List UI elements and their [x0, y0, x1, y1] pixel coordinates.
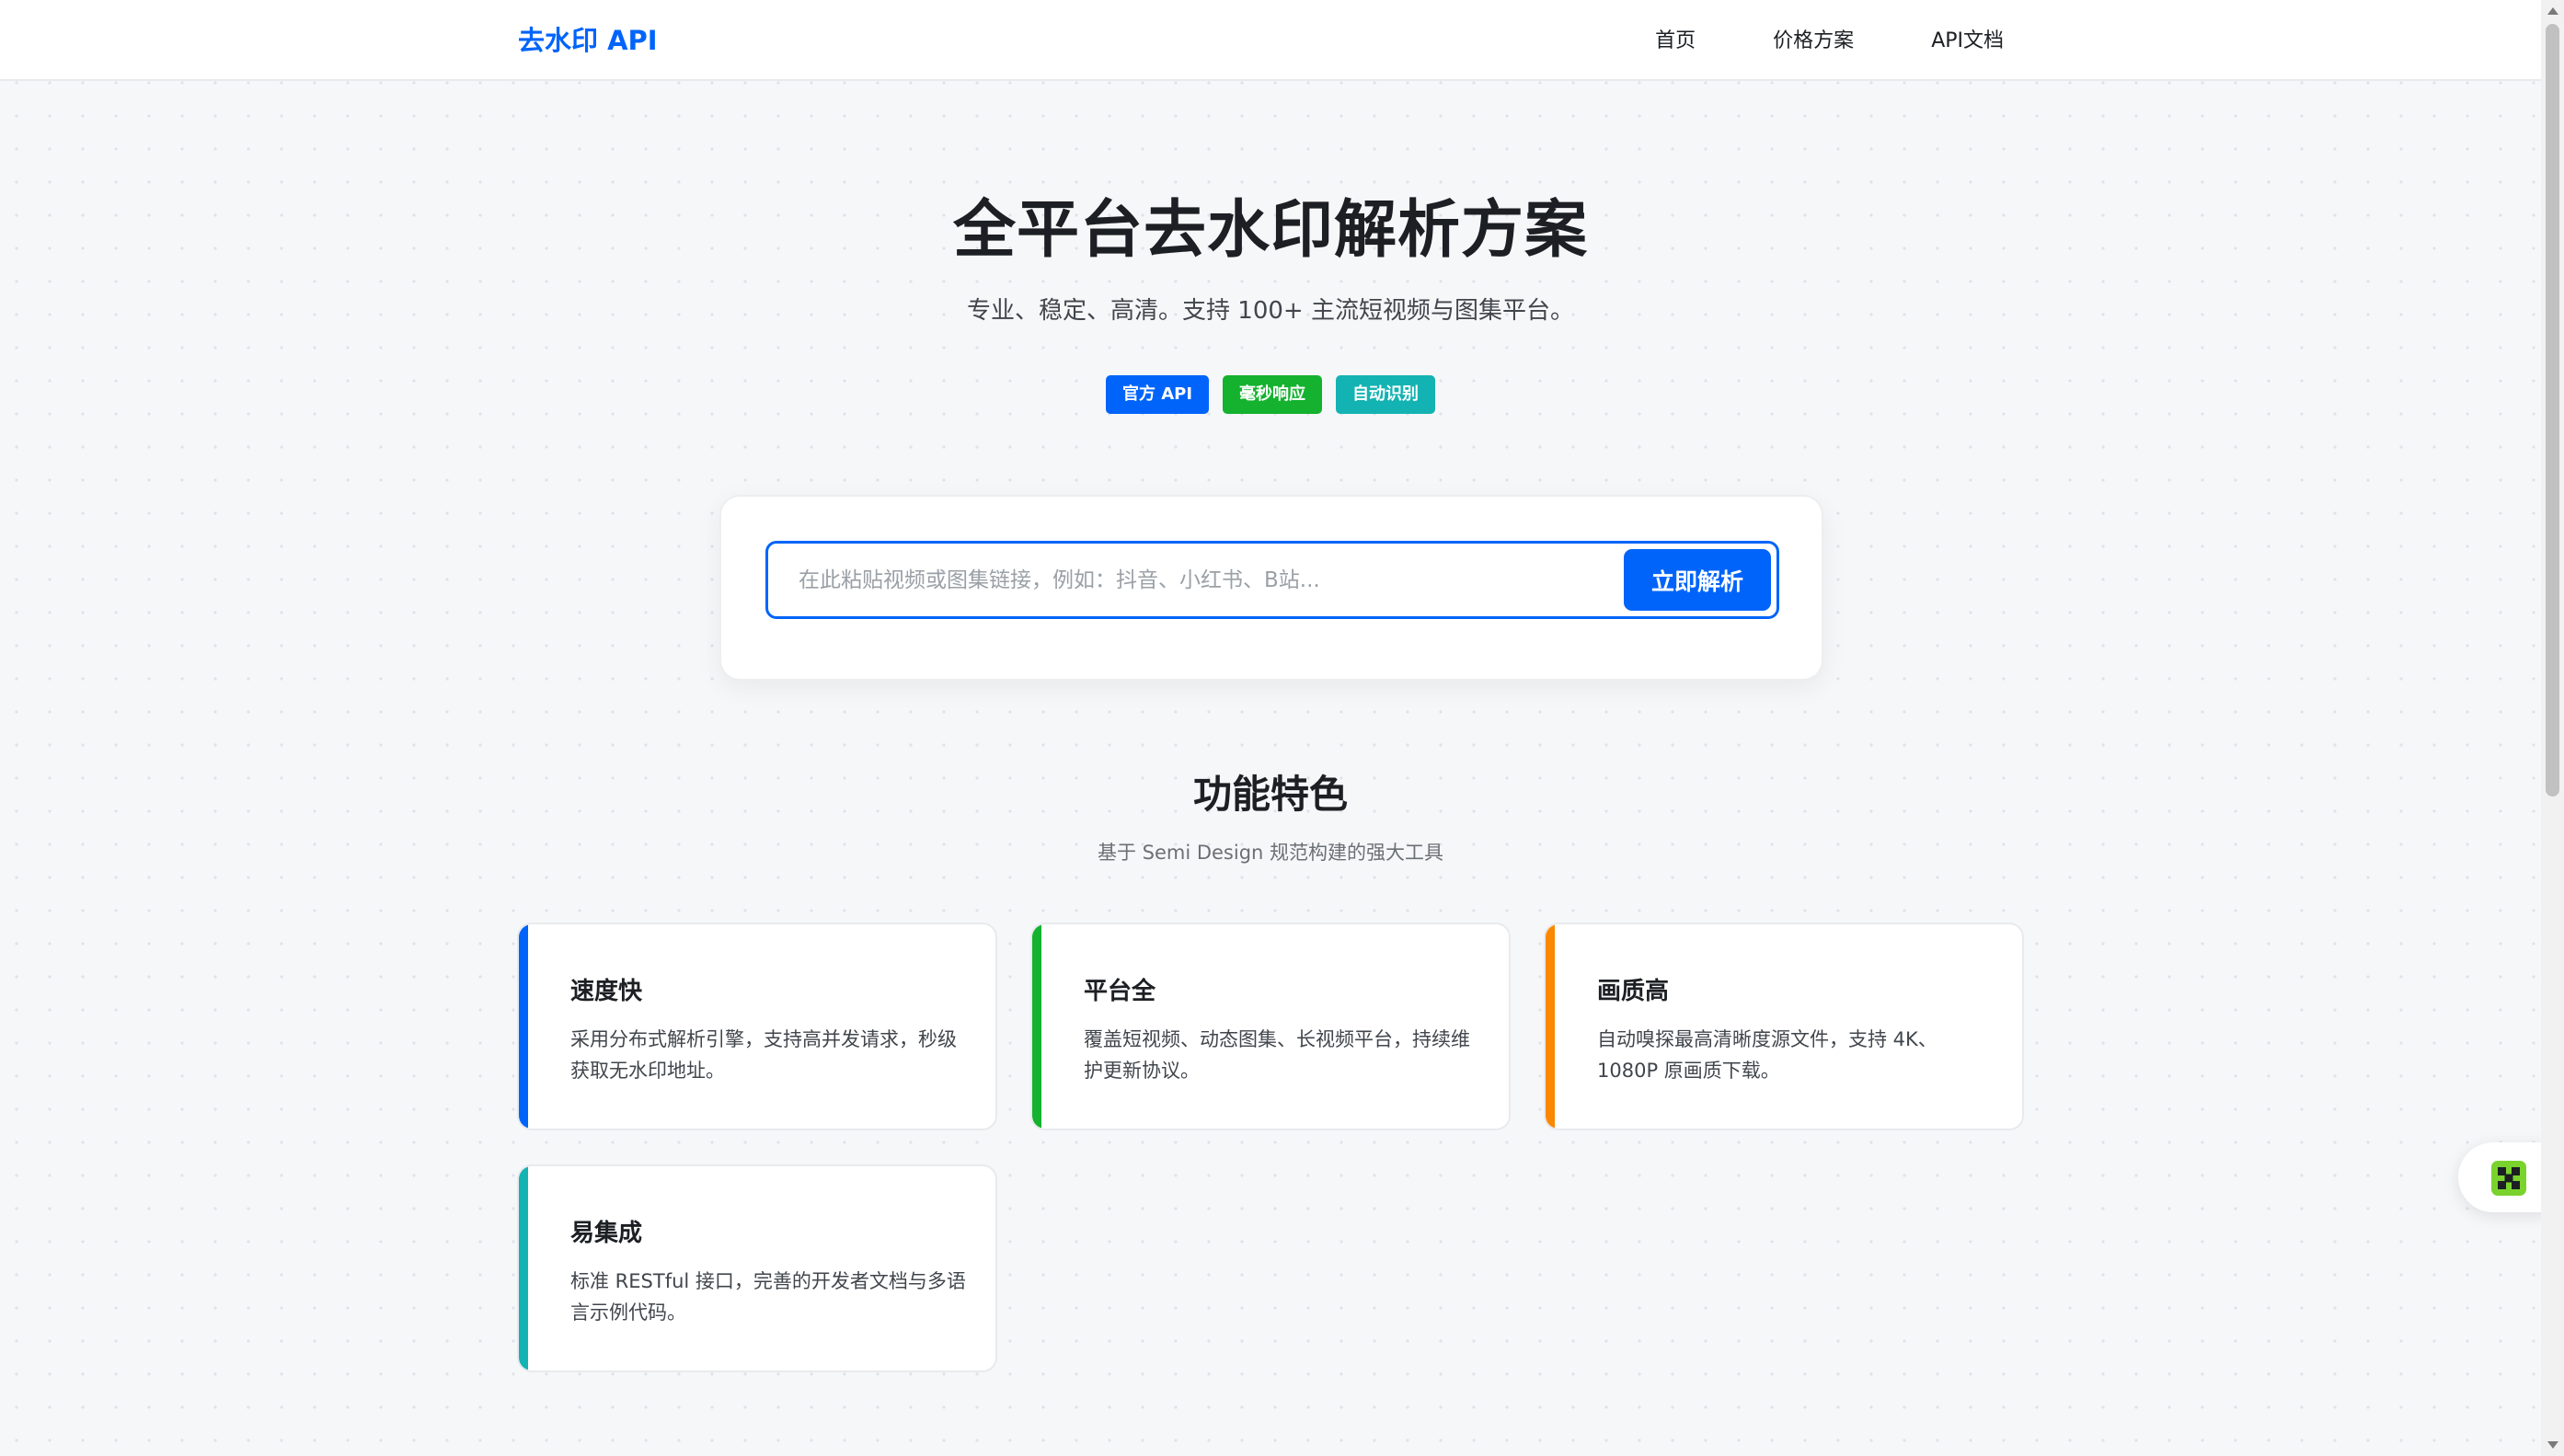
- card-accent-bar: [1546, 924, 1555, 1129]
- tag-auto-detect: 自动识别: [1336, 375, 1436, 414]
- nav-links: 首页 价格方案 API文档: [1655, 26, 2004, 57]
- card-accent-bar: [519, 924, 528, 1129]
- card-accent-bar: [519, 1166, 528, 1370]
- scroll-thumb[interactable]: [2546, 24, 2559, 797]
- hero-title: 全平台去水印解析方案: [952, 194, 1588, 267]
- scroll-up-icon[interactable]: [2547, 7, 2558, 15]
- feature-card-speed: 速度快 采用分布式解析引擎，支持高并发请求，秒级获取无水印地址。: [517, 923, 997, 1130]
- logo[interactable]: 去水印 API: [518, 24, 658, 57]
- card-desc: 采用分布式解析引擎，支持高并发请求，秒级获取无水印地址。: [570, 1028, 957, 1082]
- feature-card-integration: 易集成 标准 RESTful 接口，完善的开发者文档与多语言示例代码。: [517, 1164, 997, 1372]
- hero-tags: 官方 API 毫秒响应 自动识别: [0, 375, 2541, 414]
- app-widget-icon: [2491, 1161, 2526, 1196]
- card-title: 易集成: [570, 1220, 643, 1247]
- hero-subtitle: 专业、稳定、高清。支持 100+ 主流短视频与图集平台。: [967, 297, 1574, 325]
- floating-widget[interactable]: [2458, 1142, 2550, 1212]
- tag-official-api: 官方 API: [1105, 375, 1210, 414]
- features-subtitle: 基于 Semi Design 规范构建的强大工具: [1097, 842, 1444, 864]
- tag-fast-response: 毫秒响应: [1223, 375, 1323, 414]
- card-accent-bar: [1032, 924, 1041, 1129]
- card-desc: 自动嗅探最高清晰度源文件，支持 4K、1080P 原画质下载。: [1597, 1028, 1937, 1082]
- scroll-down-icon[interactable]: [2547, 1441, 2558, 1449]
- search-box: 立即解析: [765, 541, 1779, 619]
- card-title: 速度快: [570, 978, 643, 1005]
- feature-card-quality: 画质高 自动嗅探最高清晰度源文件，支持 4K、1080P 原画质下载。: [1544, 923, 2024, 1130]
- nav-api-docs[interactable]: API文档: [1931, 26, 2004, 57]
- page-scrollbar[interactable]: [2541, 0, 2564, 1456]
- card-title: 画质高: [1597, 978, 1670, 1005]
- nav-home[interactable]: 首页: [1655, 26, 1696, 57]
- link-input[interactable]: [799, 544, 1608, 616]
- search-card: 立即解析: [719, 495, 1823, 681]
- feature-card-platforms: 平台全 覆盖短视频、动态图集、长视频平台，持续维护更新协议。: [1030, 923, 1511, 1130]
- nav-pricing[interactable]: 价格方案: [1773, 26, 1854, 57]
- features-title: 功能特色: [1192, 772, 1348, 817]
- top-navbar: 去水印 API 首页 价格方案 API文档: [0, 0, 2541, 81]
- card-desc: 标准 RESTful 接口，完善的开发者文档与多语言示例代码。: [570, 1270, 966, 1324]
- card-desc: 覆盖短视频、动态图集、长视频平台，持续维护更新协议。: [1084, 1028, 1470, 1082]
- card-title: 平台全: [1084, 978, 1156, 1005]
- parse-button[interactable]: 立即解析: [1624, 549, 1771, 611]
